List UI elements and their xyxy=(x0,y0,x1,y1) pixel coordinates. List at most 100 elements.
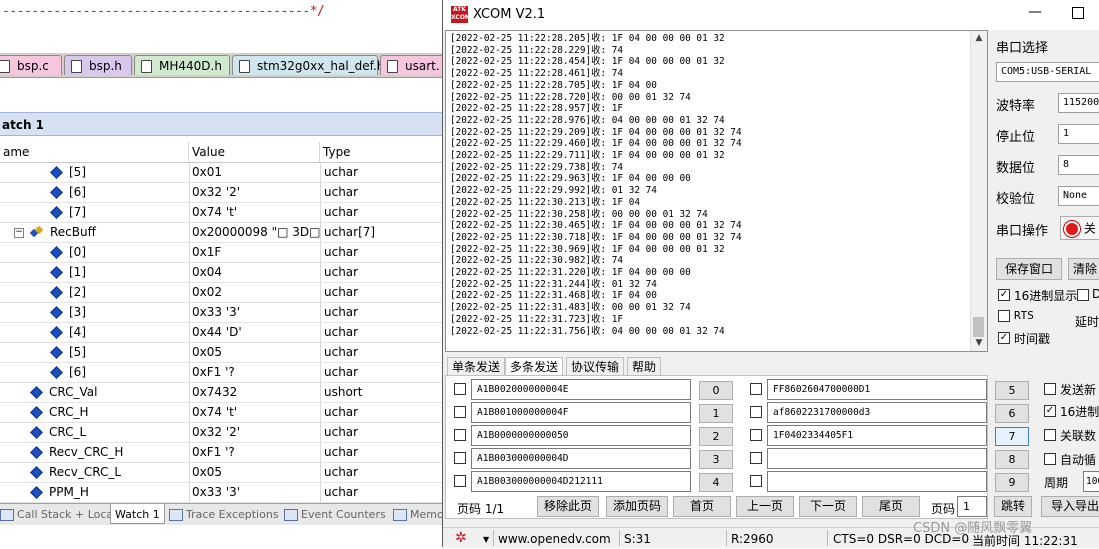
receive-log[interactable]: [2022-02-25 11:22:28.205]收: 1F 04 00 00 … xyxy=(445,30,988,352)
file-tab-mh440d-h[interactable]: MH440D.h xyxy=(134,55,230,75)
watch-value[interactable]: 0x01 xyxy=(190,165,222,179)
send-row-checkbox[interactable] xyxy=(750,383,762,395)
timestamp-checkbox[interactable]: ✓ xyxy=(998,332,1010,344)
watch-row[interactable]: CRC_Val 0x7432 ushort xyxy=(0,383,442,403)
send-row-button[interactable]: 9 xyxy=(995,473,1029,492)
send-row-button[interactable]: 2 xyxy=(699,427,733,446)
send-row-checkbox[interactable] xyxy=(454,475,466,487)
send-row-checkbox[interactable] xyxy=(750,475,762,487)
port-select[interactable]: COM5:USB-SERIAL xyxy=(996,62,1099,82)
log-scrollbar[interactable]: ▲ ▼ xyxy=(970,31,987,351)
send-row-button[interactable]: 1 xyxy=(699,404,733,423)
watch-value[interactable]: 0x33 '3' xyxy=(190,485,240,499)
watch-value[interactable]: 0x04 xyxy=(190,265,222,279)
watch-row[interactable]: [3] 0x33 '3' uchar xyxy=(0,303,442,323)
website-link[interactable]: www.openedv.com xyxy=(498,532,611,546)
rts-checkbox[interactable] xyxy=(998,310,1010,322)
watch-row[interactable]: [1] 0x04 uchar xyxy=(0,263,442,283)
column-type[interactable]: Type xyxy=(320,142,442,162)
send-row-input[interactable]: A1B001000000004F xyxy=(471,402,691,423)
watch-row[interactable]: [6] 0x32 '2' uchar xyxy=(0,183,442,203)
file-tab-hal-def-h[interactable]: stm32g0xx_hal_def.h xyxy=(232,55,384,75)
column-name[interactable]: ame xyxy=(0,142,189,162)
send-new-checkbox[interactable] xyxy=(1044,383,1056,395)
tab-watch-1[interactable]: Watch 1 xyxy=(110,504,165,524)
send-row-checkbox[interactable] xyxy=(454,406,466,418)
watch-value[interactable]: 0x32 '2' xyxy=(190,185,240,199)
tab-multi-send[interactable]: 多条发送 xyxy=(505,357,564,377)
send-row-checkbox[interactable] xyxy=(454,429,466,441)
watch-value[interactable]: 0x33 '3' xyxy=(190,305,240,319)
send-row-button[interactable]: 6 xyxy=(995,404,1029,423)
scroll-down-icon[interactable]: ▼ xyxy=(971,338,987,348)
tab-event-counters[interactable]: Event Counters xyxy=(284,504,386,525)
dtr-checkbox[interactable] xyxy=(1077,289,1089,301)
file-tab-bsp-c[interactable]: bsp.c xyxy=(0,55,62,75)
minimize-button[interactable]: — xyxy=(1028,4,1042,20)
watch-value[interactable]: 0x32 '2' xyxy=(190,425,240,439)
period-input[interactable]: 100 xyxy=(1083,471,1099,492)
watch-value[interactable]: 0xF1 '? xyxy=(190,365,235,379)
send-row-input[interactable]: A1B003000000004D xyxy=(471,448,691,469)
send-row-input[interactable]: af8602231700000d3 xyxy=(767,402,987,423)
send-row-input[interactable]: FF8602604700000D1 xyxy=(767,379,987,400)
send-row-input[interactable]: A1B0000000000050 xyxy=(471,425,691,446)
send-row-input[interactable]: A1B003000000004D212111 xyxy=(471,471,691,492)
file-tab-bsp-h[interactable]: bsp.h xyxy=(64,55,132,75)
watch-value[interactable]: 0x02 xyxy=(190,285,222,299)
watch-row[interactable]: CRC_L 0x32 '2' uchar xyxy=(0,423,442,443)
watch-row[interactable]: [4] 0x44 'D' uchar xyxy=(0,323,442,343)
clear-button[interactable]: 清除 xyxy=(1068,258,1099,280)
watch-row[interactable]: Recv_CRC_H 0xF1 '? uchar xyxy=(0,443,442,463)
watch-row[interactable]: [6] 0xF1 '? uchar xyxy=(0,363,442,383)
import-export-button[interactable]: 导入导出 xyxy=(1041,496,1099,517)
send-row-input[interactable] xyxy=(767,448,987,469)
send-row-checkbox[interactable] xyxy=(750,429,762,441)
tab-help[interactable]: 帮助 xyxy=(627,357,662,376)
tab-trace-exceptions[interactable]: Trace Exceptions xyxy=(169,504,279,525)
watch-value[interactable]: 0x74 't' xyxy=(190,205,237,219)
data-bits-select[interactable]: 8 xyxy=(1058,155,1099,175)
watch-value[interactable]: 0x1F xyxy=(190,245,221,259)
watch-row[interactable]: − RecBuff 0x20000098 "□ 3D□? uchar[7] xyxy=(0,223,442,243)
stop-bits-select[interactable]: 1 xyxy=(1058,124,1099,144)
baud-select[interactable]: 115200 xyxy=(1058,93,1099,113)
watch-value[interactable]: 0xF1 '? xyxy=(190,445,235,459)
watch-row[interactable]: [0] 0x1F uchar xyxy=(0,243,442,263)
watch-value[interactable]: 0x7432 xyxy=(190,385,237,399)
send-row-checkbox[interactable] xyxy=(454,452,466,464)
add-page-button[interactable]: 添加页码 xyxy=(606,496,668,517)
watch-value[interactable]: 0x05 xyxy=(190,345,222,359)
tab-memory[interactable]: Memo xyxy=(393,504,442,525)
first-page-button[interactable]: 首页 xyxy=(673,496,731,517)
send-row-checkbox[interactable] xyxy=(454,383,466,395)
jump-button[interactable]: 跳转 xyxy=(994,496,1032,517)
tab-single-send[interactable]: 单条发送 xyxy=(447,357,506,376)
tab-call-stack[interactable]: Call Stack + Locals xyxy=(0,504,122,525)
watch-row[interactable]: [2] 0x02 uchar xyxy=(0,283,442,303)
chevron-down-icon[interactable]: ▼ xyxy=(483,535,489,544)
hex-send-checkbox[interactable]: ✓ xyxy=(1044,405,1056,417)
send-row-button[interactable]: 8 xyxy=(995,450,1029,469)
watch-value[interactable]: 0x05 xyxy=(190,465,222,479)
watch-value[interactable]: 0x74 't' xyxy=(190,405,237,419)
scroll-thumb[interactable] xyxy=(973,317,984,337)
send-row-input[interactable]: 1F0402334405F1 xyxy=(767,425,987,446)
send-row-button[interactable]: 0 xyxy=(699,381,733,400)
send-row-checkbox[interactable] xyxy=(750,452,762,464)
last-page-button[interactable]: 尾页 xyxy=(862,496,920,517)
tab-protocol[interactable]: 协议传输 xyxy=(566,357,625,376)
send-row-button[interactable]: 5 xyxy=(995,381,1029,400)
column-value[interactable]: Value xyxy=(189,142,320,162)
send-row-button[interactable]: 3 xyxy=(699,450,733,469)
page-number-input[interactable]: 1 xyxy=(957,496,987,517)
save-window-button[interactable]: 保存窗口 xyxy=(996,258,1062,280)
collapse-icon[interactable]: − xyxy=(14,227,24,238)
port-toggle-button[interactable]: 关 xyxy=(1060,216,1099,240)
remove-page-button[interactable]: 移除此页 xyxy=(537,496,599,517)
prev-page-button[interactable]: 上一页 xyxy=(736,496,794,517)
hex-display-checkbox[interactable]: ✓ xyxy=(998,289,1010,301)
send-row-input[interactable] xyxy=(767,471,987,492)
maximize-button[interactable] xyxy=(1072,7,1084,19)
scroll-up-icon[interactable]: ▲ xyxy=(971,33,987,43)
